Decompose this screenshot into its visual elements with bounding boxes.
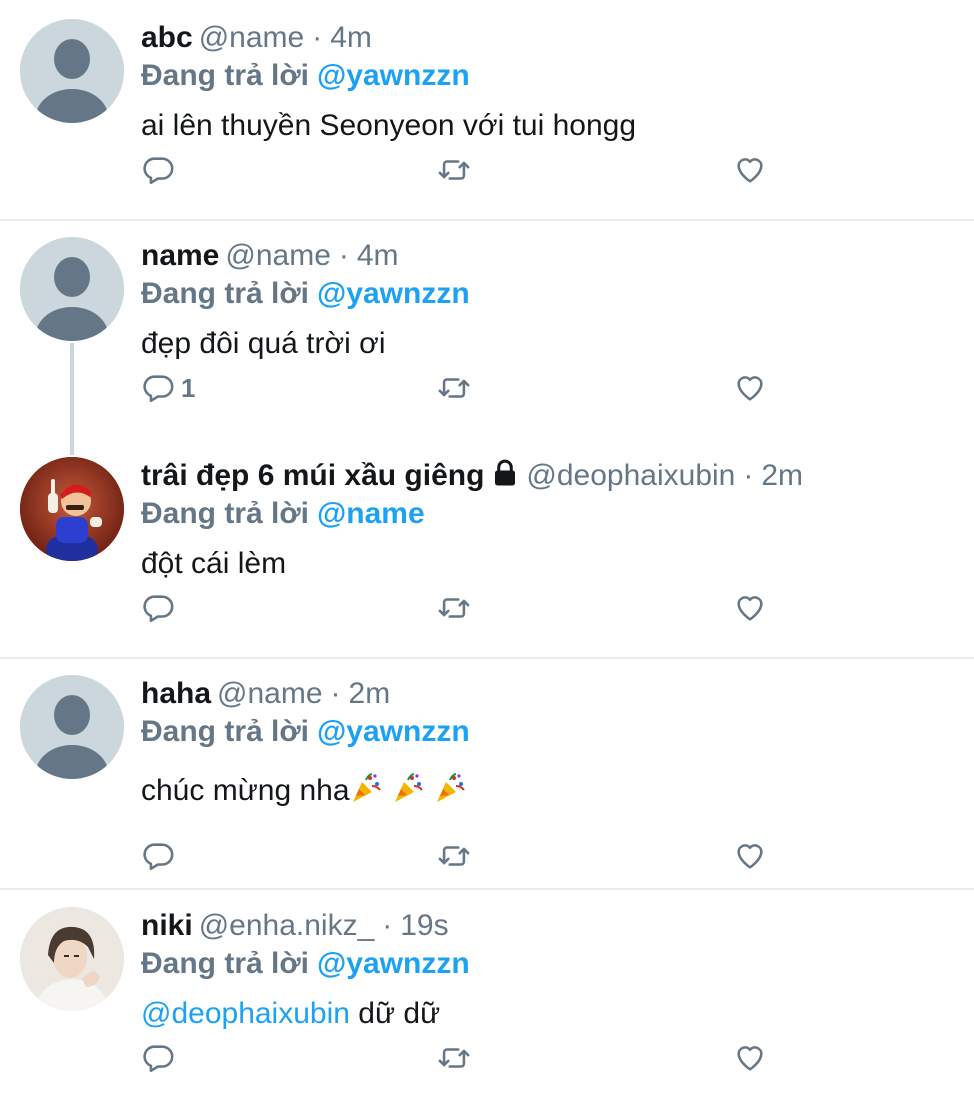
retweet-button[interactable] — [437, 370, 471, 406]
timestamp[interactable]: 4m — [357, 239, 399, 272]
tweet-actions — [141, 152, 841, 188]
timestamp[interactable]: 2m — [761, 459, 803, 492]
display-name[interactable]: trâi đẹp 6 múi xầu giêng — [141, 459, 484, 492]
replying-to: Đang trả lời @yawnzzn — [141, 945, 470, 983]
user-handle[interactable]: @deophaixubin — [526, 459, 735, 492]
tweet-text: chúc mừng nha — [141, 772, 476, 810]
replying-prefix: Đang trả lời — [141, 497, 310, 530]
heart-icon — [737, 158, 763, 183]
reply-icon — [143, 157, 174, 185]
reply-button[interactable]: 1 — [141, 370, 195, 406]
tweet[interactable]: trâi đẹp 6 múi xầu giêng @deophaixubin · 2m… — [0, 438, 974, 657]
tweet-text: ai lên thuyền Seonyeon với tui hongg — [141, 109, 637, 142]
reply-button[interactable] — [141, 152, 175, 188]
tweet-header: haha @name · 2m — [141, 675, 390, 713]
tweet-header: name @name · 4m — [141, 237, 399, 275]
tweet-text: đột cái lèm — [141, 547, 287, 580]
reply-icon — [143, 843, 174, 871]
lock-icon — [490, 458, 520, 498]
retweet-icon — [438, 378, 470, 398]
separator-dot: · — [382, 909, 393, 942]
reply-count: 1 — [181, 372, 196, 403]
user-handle[interactable]: @name — [225, 239, 331, 272]
replying-mention[interactable]: @name — [317, 497, 425, 530]
replying-to: Đang trả lời @name — [141, 495, 425, 533]
replying-to: Đang trả lời @yawnzzn — [141, 275, 470, 313]
separator-dot: · — [312, 21, 323, 54]
like-button[interactable] — [733, 1040, 767, 1076]
like-button[interactable] — [733, 152, 767, 188]
tweet-text: @deophaixubin dữ dữ — [141, 995, 440, 1033]
text-mention[interactable]: @deophaixubin — [141, 997, 350, 1030]
tweet[interactable]: haha @name · 2m Đang trả lời @yawnzzn chúc m… — [0, 656, 974, 889]
retweet-button[interactable] — [437, 838, 471, 874]
tweet-header: trâi đẹp 6 múi xầu giêng @deophaixubin · 2m — [141, 457, 803, 498]
user-handle[interactable]: @name — [199, 21, 305, 54]
tweet-text-content: chúc mừng nha — [141, 774, 350, 807]
default-avatar[interactable] — [20, 19, 124, 123]
like-button[interactable] — [733, 370, 767, 406]
party-popper-icon — [434, 772, 466, 804]
party-popper-icon — [392, 772, 424, 804]
replying-prefix: Đang trả lời — [141, 59, 310, 92]
default-avatar[interactable] — [20, 675, 124, 779]
tweet-header: abc @name · 4m — [141, 19, 372, 57]
retweet-button[interactable] — [437, 152, 471, 188]
user-photo[interactable] — [20, 907, 124, 1011]
reply-button[interactable] — [141, 1040, 175, 1076]
timestamp[interactable]: 2m — [349, 677, 391, 710]
replying-prefix: Đang trả lời — [141, 947, 310, 980]
tweet-actions — [141, 1040, 841, 1076]
mario-photo[interactable] — [20, 457, 124, 561]
replying-to: Đang trả lời @yawnzzn — [141, 57, 470, 95]
replying-prefix: Đang trả lời — [141, 277, 310, 310]
timestamp[interactable]: 19s — [400, 909, 448, 942]
separator-dot: · — [338, 239, 349, 272]
heart-icon — [737, 376, 763, 401]
tweet[interactable]: niki @enha.nikz_ · 19s Đang trả lời @yawnzzn… — [0, 888, 974, 1103]
heart-icon — [737, 596, 763, 621]
display-name[interactable]: name — [141, 239, 219, 272]
retweet-icon — [438, 846, 470, 866]
tweet-text: đẹp đôi quá trời ơi — [141, 327, 386, 360]
user-handle[interactable]: @name — [217, 677, 323, 710]
retweet-button[interactable] — [437, 1040, 471, 1076]
tweet-actions — [141, 590, 841, 626]
tweet-actions: 1 — [141, 370, 841, 406]
replying-mention[interactable]: @yawnzzn — [317, 59, 470, 92]
display-name[interactable]: niki — [141, 909, 193, 942]
reply-button[interactable] — [141, 838, 175, 874]
retweet-icon — [438, 160, 470, 180]
replying-mention[interactable]: @yawnzzn — [317, 947, 470, 980]
reply-button[interactable] — [141, 590, 175, 626]
retweet-button[interactable] — [437, 590, 471, 626]
heart-icon — [737, 1046, 763, 1071]
tweet-text-content: dữ dữ — [358, 997, 441, 1030]
retweet-icon — [438, 1048, 470, 1068]
retweet-icon — [438, 598, 470, 618]
reply-icon — [143, 595, 174, 623]
like-button[interactable] — [733, 590, 767, 626]
replying-mention[interactable]: @yawnzzn — [317, 715, 470, 748]
heart-icon — [737, 844, 763, 869]
like-button[interactable] — [733, 838, 767, 874]
separator-dot: · — [743, 459, 754, 492]
party-popper-icon — [350, 772, 382, 804]
tweet-actions — [141, 838, 841, 874]
tweet-header: niki @enha.nikz_ · 19s — [141, 907, 449, 945]
separator-dot: · — [330, 677, 341, 710]
user-handle[interactable]: @enha.nikz_ — [199, 909, 375, 942]
replying-to: Đang trả lời @yawnzzn — [141, 713, 470, 751]
display-name[interactable]: abc — [141, 21, 193, 54]
display-name[interactable]: haha — [141, 677, 211, 710]
reply-icon — [143, 1045, 174, 1073]
reply-icon — [143, 375, 174, 403]
default-avatar[interactable] — [20, 237, 124, 341]
timestamp[interactable]: 4m — [330, 21, 372, 54]
tweet[interactable]: name @name · 4m Đang trả lời @yawnzzn đẹp đô… — [0, 218, 974, 437]
replying-mention[interactable]: @yawnzzn — [317, 277, 470, 310]
tweet[interactable]: abc @name · 4m Đang trả lời @yawnzzn ai lên … — [0, 0, 974, 219]
replying-prefix: Đang trả lời — [141, 715, 310, 748]
